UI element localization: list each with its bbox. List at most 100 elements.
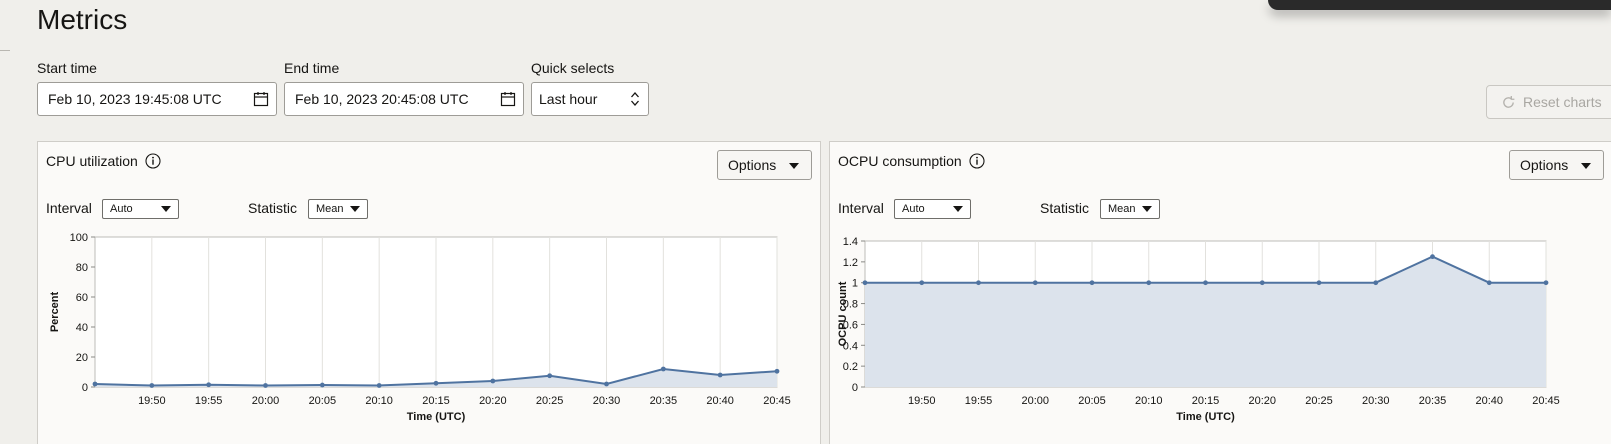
end-time-field[interactable]: Feb 10, 2023 20:45:08 UTC xyxy=(284,82,524,116)
x-tick-label: 20:45 xyxy=(763,395,791,407)
data-point xyxy=(263,383,268,388)
x-tick-label: 19:55 xyxy=(195,395,223,407)
caret-down-icon xyxy=(161,206,171,212)
data-point xyxy=(919,280,925,286)
y-tick-label: 1.4 xyxy=(843,236,858,248)
x-tick-label: 20:30 xyxy=(593,395,621,407)
y-tick-label: 1.2 xyxy=(843,257,858,269)
options-label: Options xyxy=(728,157,777,173)
x-axis-title: Time (UTC) xyxy=(1176,411,1235,423)
info-icon[interactable] xyxy=(969,153,985,169)
data-point xyxy=(660,366,666,372)
y-tick-label: 0 xyxy=(82,382,88,394)
x-tick-label: 20:25 xyxy=(536,395,564,407)
data-point xyxy=(206,382,212,388)
data-point xyxy=(717,372,723,378)
y-tick-label: 40 xyxy=(76,322,88,334)
overlay-edge xyxy=(1268,0,1611,10)
data-point xyxy=(376,383,382,388)
start-time-label: Start time xyxy=(37,60,97,76)
calendar-icon[interactable] xyxy=(253,91,269,107)
interval-select[interactable]: Auto xyxy=(102,199,179,219)
ocpu-consumption-chart: 19:50 19:55 20:00 20:05 20:10 20:15 20:20 20:25… xyxy=(837,236,1560,423)
reset-charts-button[interactable]: Reset charts xyxy=(1486,85,1611,119)
data-point xyxy=(862,280,868,286)
data-point xyxy=(1430,254,1435,260)
data-point xyxy=(774,368,780,374)
x-tick-label: 20:20 xyxy=(479,395,507,407)
end-time-label: End time xyxy=(284,60,340,76)
x-tick-label: 20:25 xyxy=(1305,395,1333,407)
statistic-label: Statistic xyxy=(1040,200,1090,216)
quick-selects-dropdown[interactable]: Last hour xyxy=(531,82,649,116)
cpu-utilization-chart: 19:50 19:55 20:00 20:05 20:10 20:15 20:20 20:25… xyxy=(49,232,791,423)
cpu-utilization-panel: CPU utilization Options Interval Auto St… xyxy=(37,141,821,444)
x-tick-label: 20:05 xyxy=(1078,395,1106,407)
panel-title: OCPU consumption xyxy=(838,153,985,169)
statistic-label: Statistic xyxy=(248,200,298,216)
x-tick-label: 20:10 xyxy=(1135,395,1163,407)
caret-down-icon xyxy=(350,206,360,212)
data-point xyxy=(604,381,609,387)
start-time-value: Feb 10, 2023 19:45:08 UTC xyxy=(48,91,222,107)
data-point xyxy=(490,378,496,384)
x-tick-label: 20:15 xyxy=(422,395,450,407)
x-tick-label: 20:15 xyxy=(1192,395,1220,407)
data-point xyxy=(92,381,98,387)
data-point xyxy=(1259,280,1265,286)
data-point xyxy=(976,280,981,286)
x-axis-title: Time (UTC) xyxy=(407,411,466,423)
data-point xyxy=(1543,280,1549,286)
y-axis-title: Percent xyxy=(49,291,61,332)
x-tick-label: 20:45 xyxy=(1532,395,1560,407)
quick-selects-value: Last hour xyxy=(539,91,598,107)
x-tick-label: 20:40 xyxy=(706,395,734,407)
statistic-select[interactable]: Mean xyxy=(308,199,368,219)
statistic-value: Mean xyxy=(316,203,344,215)
x-tick-label: 20:05 xyxy=(309,395,337,407)
panel-title: CPU utilization xyxy=(46,153,161,169)
panel-title-text: CPU utilization xyxy=(46,153,138,169)
options-button[interactable]: Options xyxy=(717,150,812,180)
options-button[interactable]: Options xyxy=(1509,150,1604,180)
x-tick-label: 19:50 xyxy=(908,395,936,407)
x-tick-label: 19:50 xyxy=(138,395,166,407)
caret-down-icon xyxy=(1581,163,1591,169)
y-axis-title: OCPU count xyxy=(837,281,849,346)
y-tick-label: 1 xyxy=(852,278,858,290)
interval-select[interactable]: Auto xyxy=(894,199,971,219)
calendar-icon[interactable] xyxy=(500,91,516,107)
data-point xyxy=(547,373,553,379)
x-tick-label: 20:00 xyxy=(252,395,280,407)
page-title: Metrics xyxy=(37,4,128,35)
data-point xyxy=(1203,280,1208,286)
data-point xyxy=(1146,280,1152,286)
reset-charts-label: Reset charts xyxy=(1523,94,1602,110)
divider xyxy=(0,50,10,51)
caret-down-icon xyxy=(953,206,963,212)
ocpu-consumption-panel: OCPU consumption Options Interval Auto S… xyxy=(829,141,1611,444)
data-point xyxy=(1316,280,1322,286)
x-tick-label: 20:20 xyxy=(1248,395,1276,407)
options-label: Options xyxy=(1520,157,1569,173)
data-point xyxy=(1373,280,1379,286)
y-tick-label: 0.2 xyxy=(843,361,858,373)
updown-chevron-icon xyxy=(631,92,639,106)
x-tick-label: 20:30 xyxy=(1362,395,1390,407)
y-tick-label: 0 xyxy=(852,382,858,394)
statistic-select[interactable]: Mean xyxy=(1100,199,1160,219)
data-point xyxy=(433,380,439,386)
statistic-value: Mean xyxy=(1108,203,1136,215)
x-tick-label: 19:55 xyxy=(965,395,993,407)
data-point xyxy=(149,383,155,388)
x-tick-label: 20:00 xyxy=(1021,395,1049,407)
panel-title-text: OCPU consumption xyxy=(838,153,962,169)
data-point xyxy=(1089,280,1095,286)
x-tick-label: 20:35 xyxy=(1419,395,1447,407)
interval-value: Auto xyxy=(110,203,133,215)
interval-label: Interval xyxy=(838,200,884,216)
info-icon[interactable] xyxy=(145,153,161,169)
y-tick-label: 100 xyxy=(70,232,88,244)
start-time-field[interactable]: Feb 10, 2023 19:45:08 UTC xyxy=(37,82,277,116)
y-tick-label: 60 xyxy=(76,292,88,304)
